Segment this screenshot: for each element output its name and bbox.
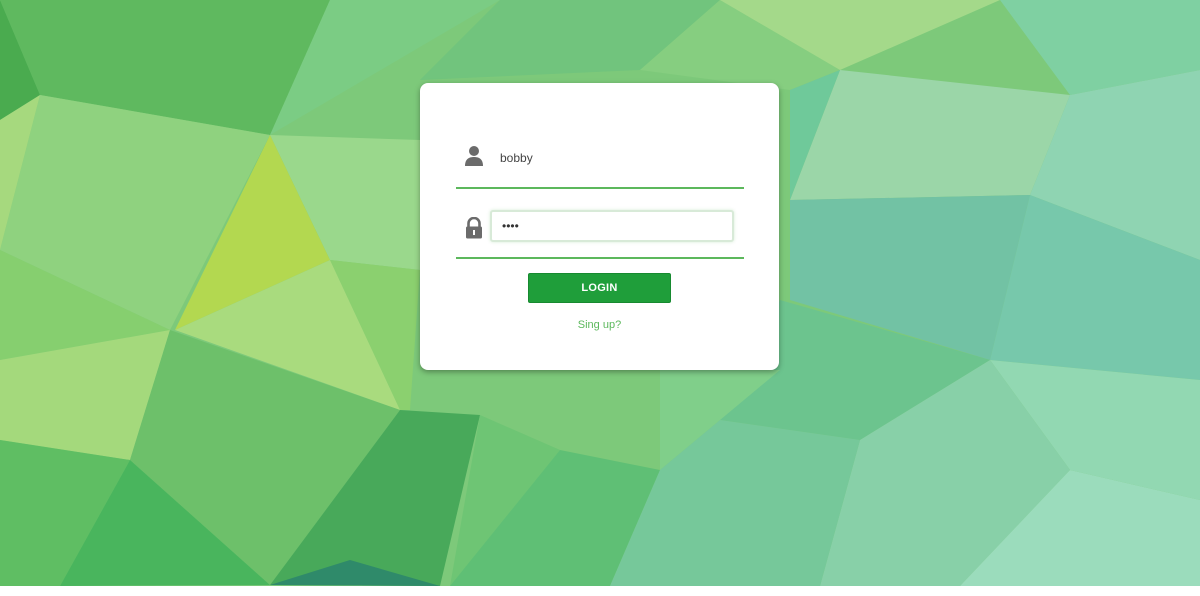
password-row [456, 209, 744, 259]
username-value[interactable]: bobby [500, 151, 533, 165]
signup-link[interactable]: Sing up? [420, 319, 779, 331]
lock-icon [464, 216, 484, 239]
user-icon [464, 145, 484, 167]
password-input[interactable] [490, 210, 734, 242]
login-button[interactable]: LOGIN [528, 273, 671, 303]
login-card: bobby LOGIN Sing up? [420, 83, 779, 370]
username-row: bobby [456, 139, 744, 189]
